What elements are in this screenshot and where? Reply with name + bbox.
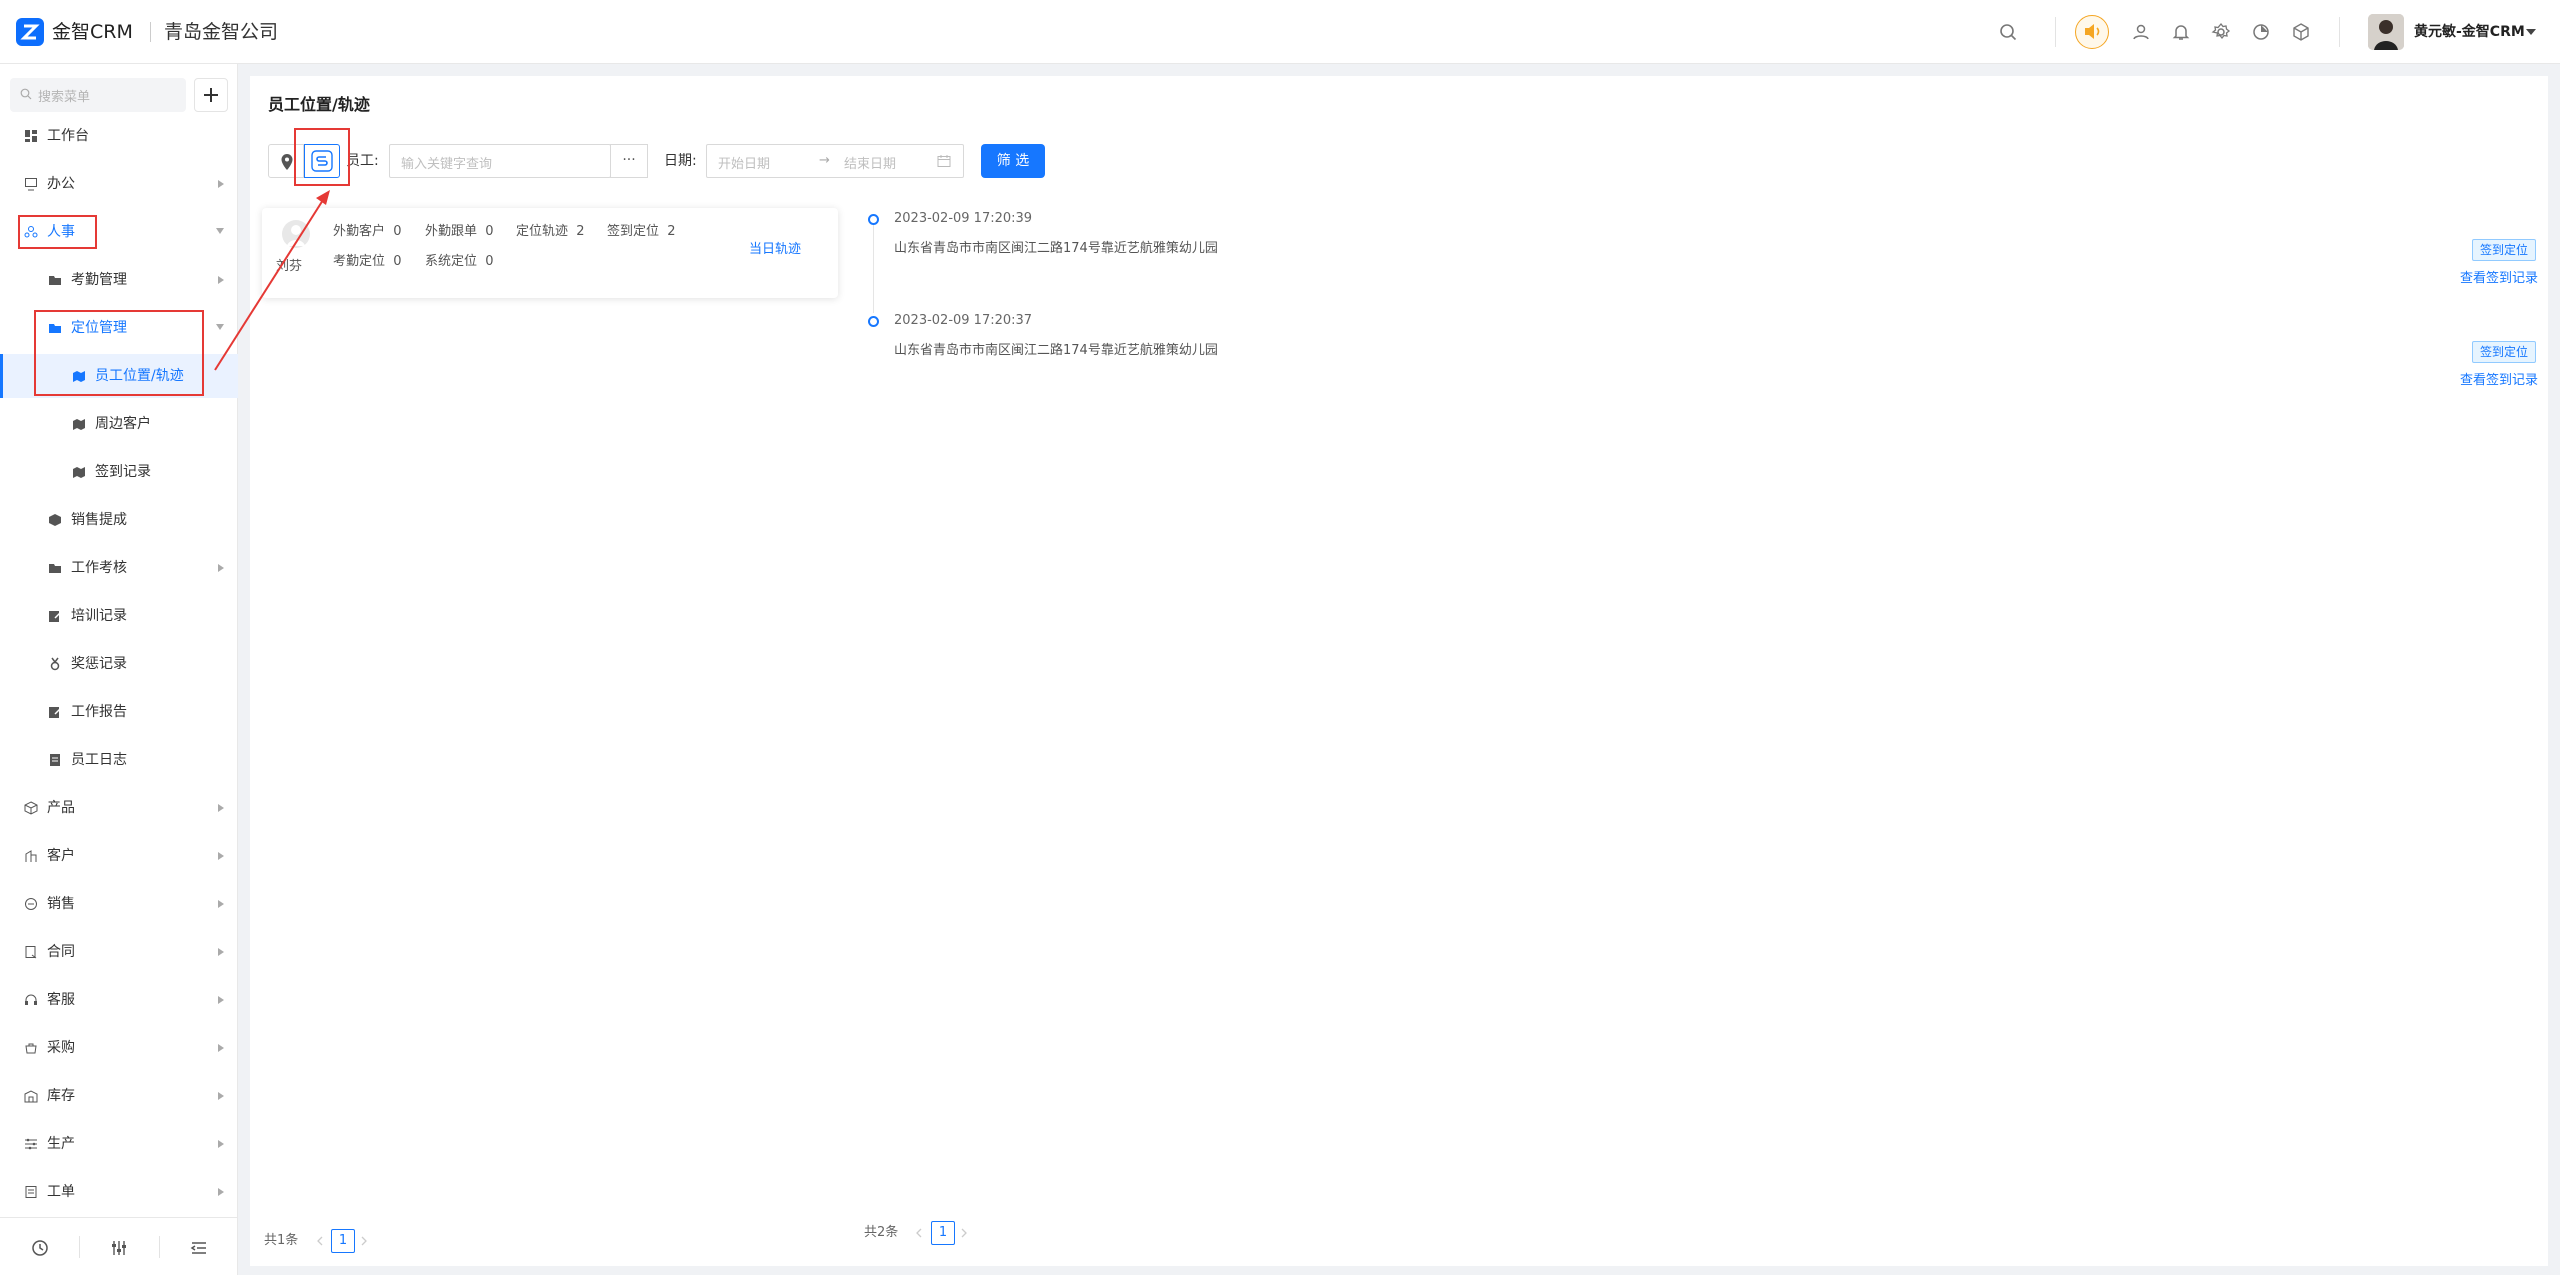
annotation-arrow bbox=[214, 190, 330, 371]
